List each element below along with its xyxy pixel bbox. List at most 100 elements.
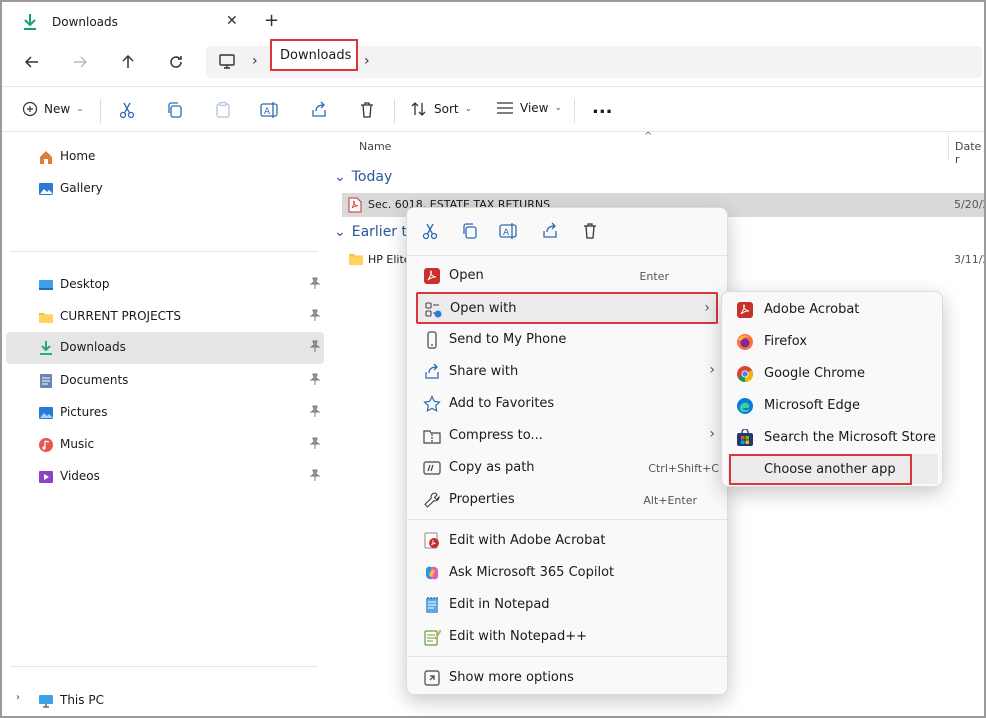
column-date[interactable]: Date r — [948, 133, 984, 166]
share-button[interactable] — [310, 101, 328, 119]
menu-item-edit-notepad[interactable]: Edit in Notepad — [413, 589, 721, 619]
more-options-button[interactable]: ... — [592, 97, 613, 118]
menu-item-edit-acrobat[interactable]: Edit with Adobe Acrobat — [413, 525, 721, 555]
submenu-item-label: Search the Microsoft Store — [764, 430, 936, 445]
delete-button[interactable] — [358, 101, 376, 119]
sidebar-item-label: Documents — [60, 373, 129, 387]
sidebar-item-label: Videos — [60, 469, 100, 483]
acrobat-icon — [423, 267, 441, 285]
menu-item-copy-as-path[interactable]: Copy as path Ctrl+Shift+C — [413, 452, 721, 482]
menu-item-add-to-favorites[interactable]: Add to Favorites — [413, 388, 721, 418]
submenu-item-google-chrome[interactable]: Google Chrome — [728, 358, 938, 388]
rename-icon[interactable]: A — [499, 222, 519, 242]
menu-item-share-with[interactable]: Share with › — [413, 356, 721, 386]
pin-icon[interactable] — [309, 340, 321, 355]
tab-downloads[interactable]: Downloads ✕ — [8, 4, 248, 40]
sidebar-item-this-pc[interactable]: › This PC — [6, 685, 324, 715]
divider — [407, 656, 727, 657]
group-header-today[interactable]: ⌄ Today — [334, 169, 392, 185]
new-button[interactable]: New ⌄ — [22, 101, 84, 117]
breadcrumb-downloads[interactable]: Downloads — [270, 39, 358, 71]
menu-item-label: Open with — [450, 301, 517, 316]
divider — [10, 666, 318, 667]
pdf-icon — [348, 197, 362, 216]
sidebar-item-label: Music — [60, 437, 95, 451]
breadcrumb-chevron-icon[interactable]: › — [364, 53, 370, 69]
menu-item-send-to-phone[interactable]: Send to My Phone — [413, 324, 721, 354]
new-tab-icon[interactable]: + — [264, 10, 279, 31]
menu-item-properties[interactable]: Properties Alt+Enter — [413, 484, 721, 514]
context-menu: A Open Enter Open with › Send to My Phon… — [406, 207, 728, 695]
pin-icon[interactable] — [309, 437, 321, 452]
monitor-icon[interactable] — [218, 54, 236, 73]
highlight-choose-another-app — [729, 454, 912, 485]
share-icon[interactable] — [541, 222, 561, 242]
copy-button[interactable] — [166, 101, 184, 119]
back-icon[interactable] — [20, 50, 44, 74]
submenu-item-firefox[interactable]: Firefox — [728, 326, 938, 356]
menu-item-label: Ask Microsoft 365 Copilot — [449, 565, 615, 580]
rename-button[interactable]: A — [260, 101, 280, 119]
acrobat-edit-icon — [423, 532, 441, 550]
chevron-down-icon: ⌄ — [464, 104, 473, 114]
forward-icon[interactable] — [68, 50, 92, 74]
chevron-right-icon: › — [704, 300, 710, 316]
svg-text:A: A — [503, 228, 510, 238]
paste-button[interactable] — [214, 101, 232, 119]
sidebar-item-music[interactable]: Music — [6, 429, 324, 459]
pin-icon[interactable] — [309, 469, 321, 484]
menu-item-open-with[interactable]: Open with › — [416, 292, 718, 324]
menu-item-edit-notepadpp[interactable]: Edit with Notepad++ — [413, 621, 721, 651]
menu-item-label: Add to Favorites — [449, 396, 555, 411]
sidebar-item-downloads[interactable]: Downloads — [6, 332, 324, 364]
trash-icon[interactable] — [581, 222, 601, 242]
sidebar-item-documents[interactable]: Documents — [6, 365, 324, 395]
download-icon — [38, 340, 54, 356]
group-header-earlier[interactable]: ⌄ Earlier th — [334, 224, 416, 240]
tab-bar: Downloads ✕ + — [2, 2, 984, 40]
view-button[interactable]: View ⌄ — [496, 101, 562, 115]
chevron-down-icon[interactable]: ⌄ — [334, 169, 346, 185]
submenu-item-microsoft-store[interactable]: Search the Microsoft Store — [728, 422, 938, 452]
submenu-item-adobe-acrobat[interactable]: Adobe Acrobat — [728, 294, 938, 324]
menu-item-ask-copilot[interactable]: Ask Microsoft 365 Copilot — [413, 557, 721, 587]
sort-button[interactable]: Sort ⌄ — [410, 101, 472, 117]
menu-item-open[interactable]: Open Enter — [413, 260, 721, 290]
shortcut-text: Alt+Enter — [643, 494, 697, 507]
chevron-down-icon[interactable]: ⌄ — [334, 224, 346, 240]
close-tab-icon[interactable]: ✕ — [226, 13, 238, 29]
divider — [407, 519, 727, 520]
pin-icon[interactable] — [309, 373, 321, 388]
path-icon — [423, 459, 441, 477]
column-name[interactable]: Name — [359, 140, 391, 153]
breadcrumb-label: Downloads — [280, 48, 352, 63]
cut-button[interactable] — [118, 101, 136, 119]
breadcrumb-chevron-icon[interactable]: › — [252, 53, 258, 69]
sidebar-item-home[interactable]: Home — [6, 141, 324, 171]
pin-icon[interactable] — [309, 405, 321, 420]
store-icon — [736, 428, 754, 447]
sidebar-item-videos[interactable]: Videos — [6, 461, 324, 491]
sidebar-item-label: CURRENT PROJECTS — [60, 309, 182, 323]
sidebar-item-gallery[interactable]: Gallery — [6, 173, 324, 203]
submenu-item-microsoft-edge[interactable]: Microsoft Edge — [728, 390, 938, 420]
scissors-icon[interactable] — [421, 222, 441, 242]
phone-icon — [423, 331, 441, 349]
sidebar-item-desktop[interactable]: Desktop — [6, 269, 324, 299]
view-list-icon — [497, 102, 513, 114]
refresh-icon[interactable] — [164, 50, 188, 74]
document-icon — [38, 373, 54, 389]
copy-icon[interactable] — [461, 222, 481, 242]
column-header: ^ Name Date r — [328, 131, 984, 166]
pin-icon[interactable] — [309, 277, 321, 292]
sidebar-item-current-projects[interactable]: CURRENT PROJECTS — [6, 301, 324, 331]
up-icon[interactable] — [116, 50, 140, 74]
menu-item-show-more-options[interactable]: Show more options — [413, 662, 721, 692]
address-bar[interactable]: › Downloads › — [206, 39, 982, 78]
sidebar-item-pictures[interactable]: Pictures — [6, 397, 324, 427]
file-name: HP Elite — [368, 253, 411, 266]
file-date: 5/20/2 — [954, 198, 986, 211]
menu-item-compress[interactable]: Compress to... › — [413, 420, 721, 450]
chevron-right-icon[interactable]: › — [16, 692, 20, 703]
pin-icon[interactable] — [309, 309, 321, 324]
